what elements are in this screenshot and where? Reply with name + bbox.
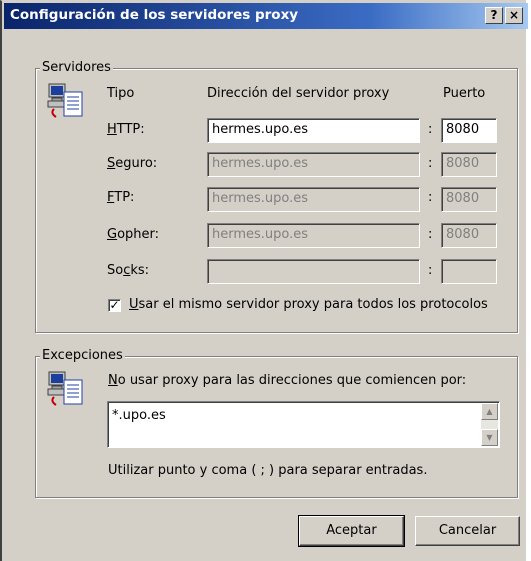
network-computers-icon: [47, 83, 83, 118]
secure-label: Seguro:: [107, 156, 158, 171]
exceptions-description: No usar proxy para las direcciones que c…: [108, 373, 467, 388]
accept-button[interactable]: Aceptar: [298, 515, 405, 547]
network-computers-icon: [47, 371, 83, 406]
gopher-label: Gopher:: [107, 227, 160, 242]
servers-legend: Servidores: [40, 60, 113, 75]
window-title: Configuración de los servidores proxy: [10, 7, 299, 23]
secure-address-input[interactable]: hermes.upo.es: [207, 152, 420, 177]
exceptions-legend: Excepciones: [40, 348, 125, 363]
same-proxy-label[interactable]: Usar el mismo servidor proxy para todos …: [129, 297, 488, 312]
secure-port-input[interactable]: 8080: [441, 152, 497, 177]
secure-separator: :: [428, 156, 433, 171]
exceptions-textarea[interactable]: *.upo.es ▲ ▼: [107, 401, 500, 448]
exceptions-value: *.upo.es: [112, 408, 166, 423]
http-separator: :: [428, 122, 433, 137]
help-button[interactable]: ?: [485, 7, 503, 24]
socks-address-input[interactable]: [207, 259, 420, 284]
socks-separator: :: [428, 263, 433, 278]
scroll-up-icon[interactable]: ▲: [481, 403, 498, 420]
exceptions-scrollbar[interactable]: ▲ ▼: [481, 403, 498, 446]
col-type-header: Tipo: [107, 86, 135, 101]
socks-label: Socks:: [107, 263, 150, 278]
ftp-port-input[interactable]: 8080: [441, 187, 497, 212]
http-port-input[interactable]: 8080: [441, 118, 497, 143]
cancel-button[interactable]: Cancelar: [415, 516, 520, 546]
ftp-address-input[interactable]: hermes.upo.es: [207, 187, 420, 212]
gopher-address-input[interactable]: hermes.upo.es: [207, 223, 420, 248]
socks-port-input[interactable]: [441, 259, 497, 284]
proxy-settings-dialog: Configuración de los servidores proxy ? …: [0, 0, 528, 561]
col-port-header: Puerto: [443, 86, 486, 101]
scroll-down-icon[interactable]: ▼: [481, 429, 498, 446]
ftp-label: FTP:: [107, 190, 135, 205]
gopher-separator: :: [428, 227, 433, 242]
same-proxy-checkbox[interactable]: ✓: [108, 299, 121, 312]
col-address-header: Dirección del servidor proxy: [207, 86, 390, 101]
http-address-input[interactable]: hermes.upo.es: [207, 118, 420, 143]
gopher-port-input[interactable]: 8080: [441, 223, 497, 248]
title-bar[interactable]: Configuración de los servidores proxy ? …: [4, 3, 528, 29]
close-button[interactable]: ×: [505, 7, 523, 24]
http-label: HTTP:: [107, 122, 145, 137]
exceptions-hint: Utilizar punto y coma ( ; ) para separar…: [108, 463, 428, 478]
ftp-separator: :: [428, 190, 433, 205]
